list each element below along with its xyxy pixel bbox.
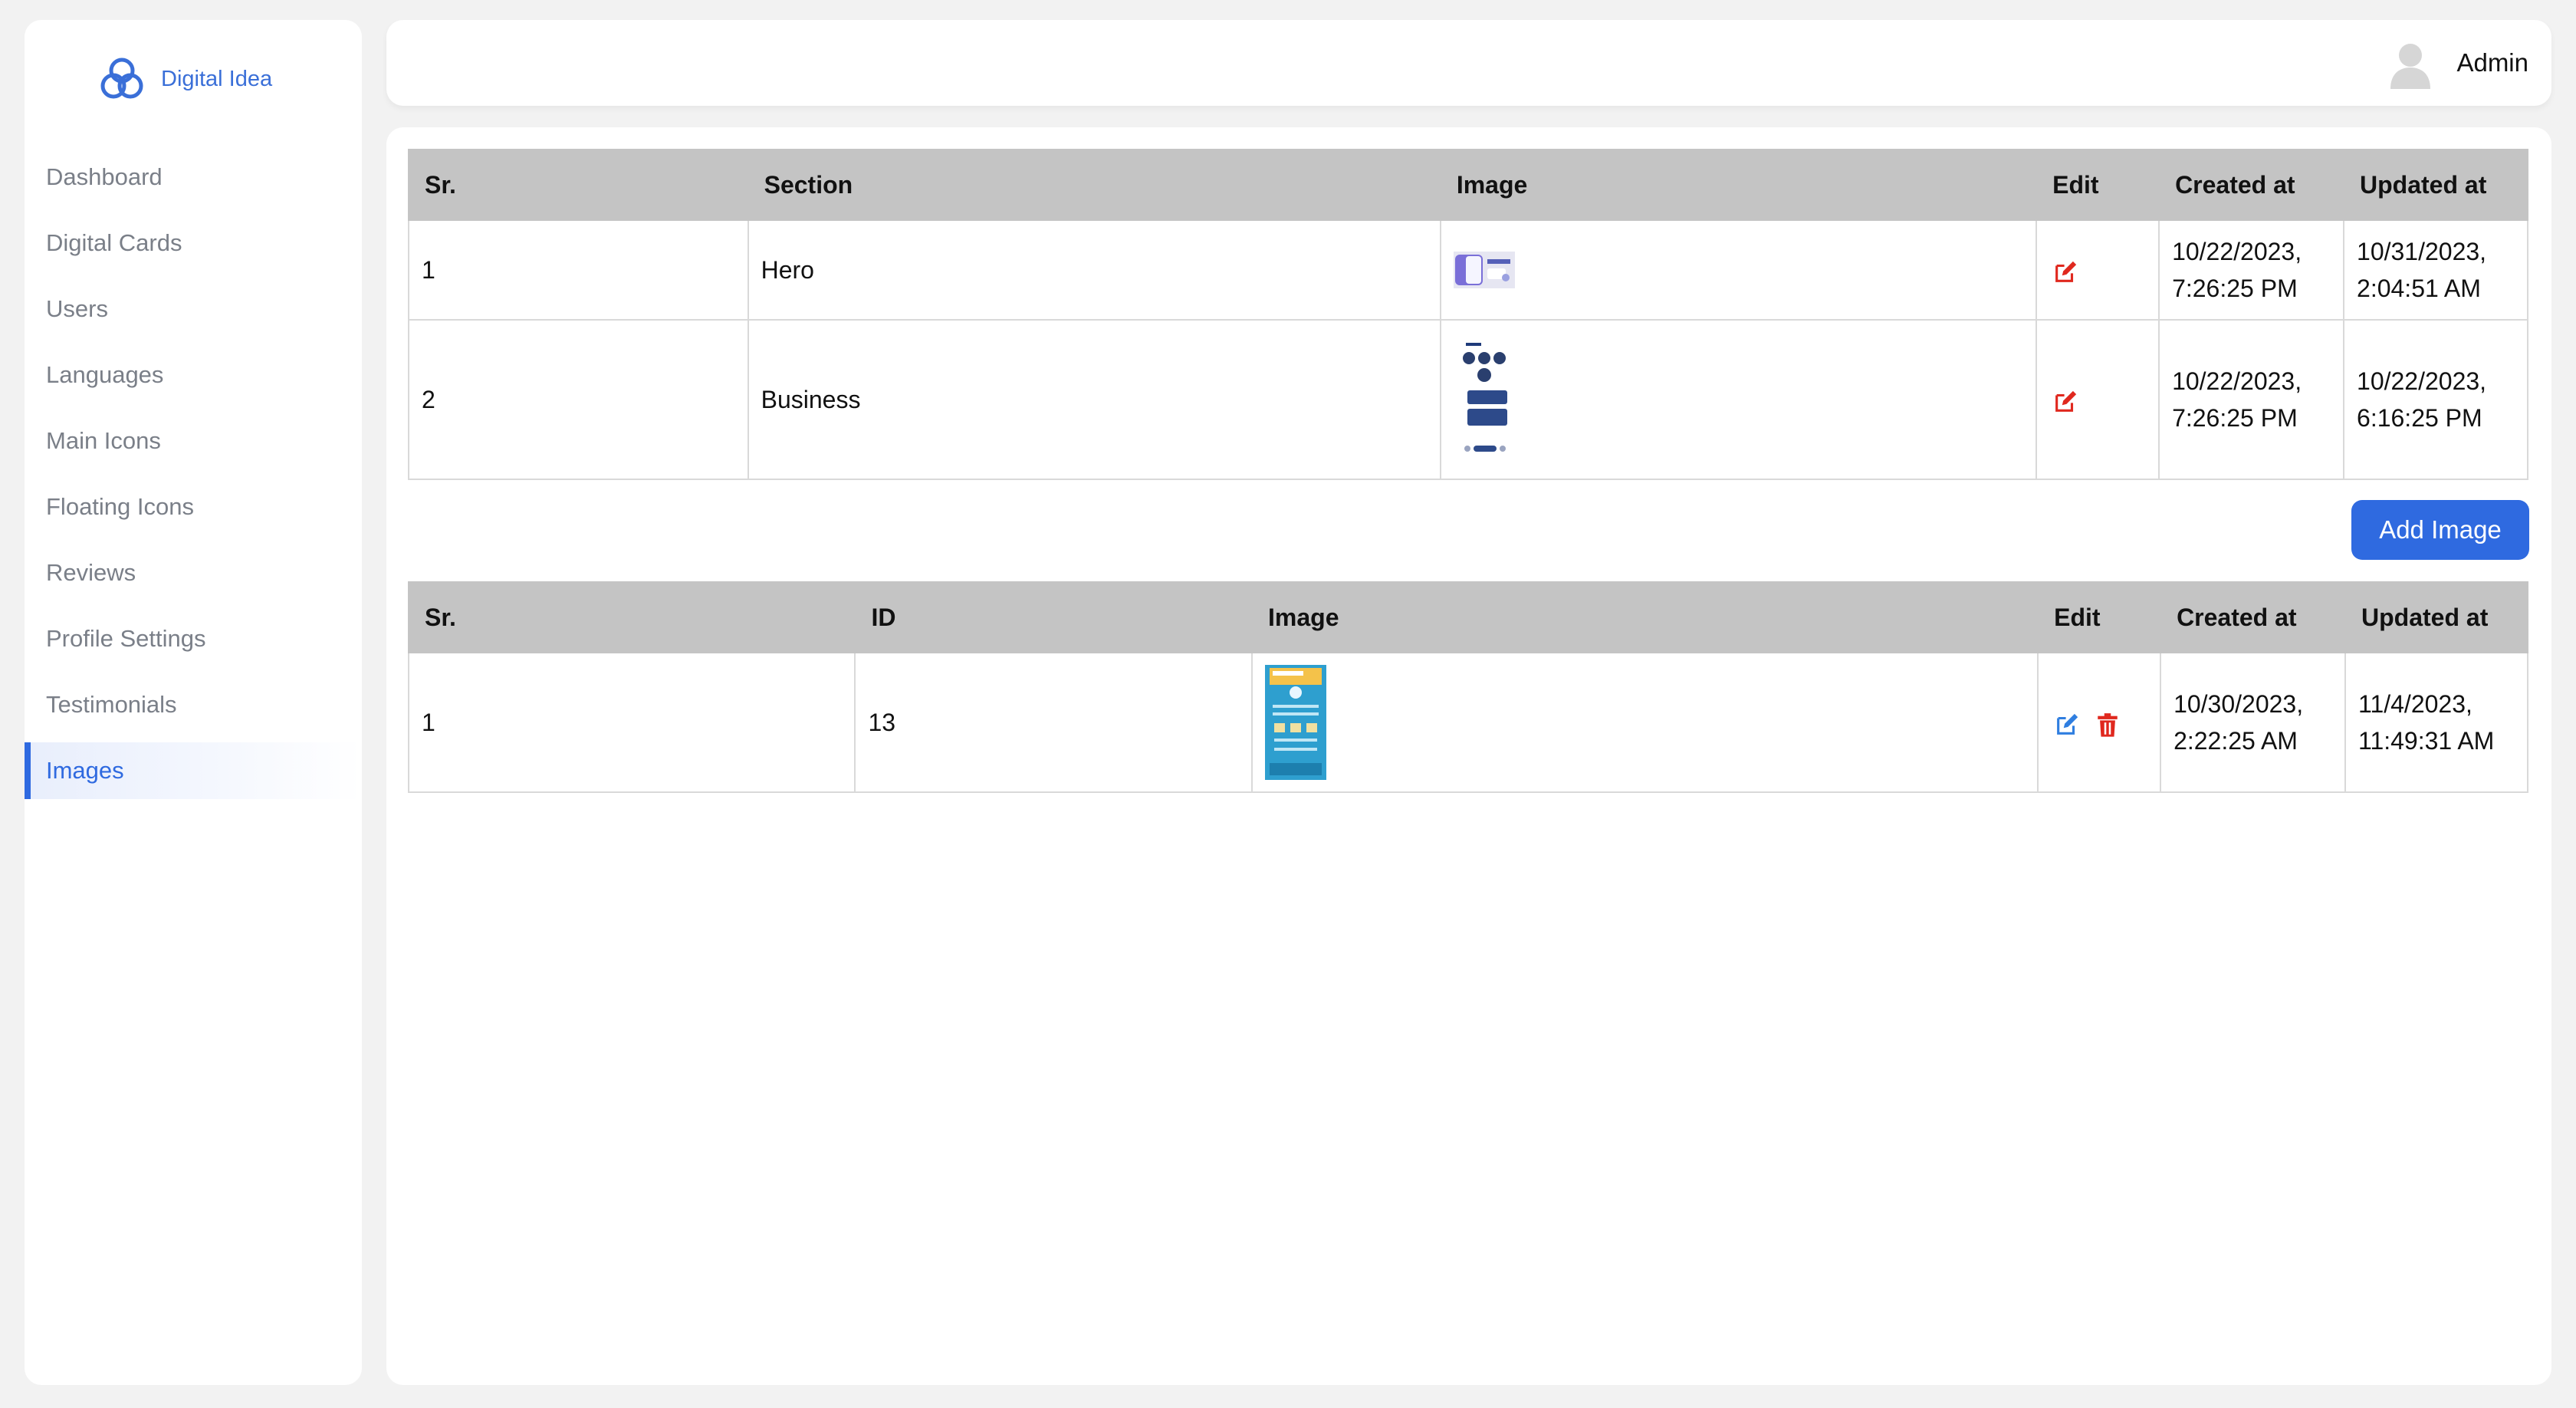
column-header-updated-at: Updated at [2343, 149, 2528, 221]
updated-date: 10/22/2023, [2357, 367, 2487, 395]
column-header-edit: Edit [2036, 149, 2160, 221]
table-header-row: Sr. ID Image Edit Created at Updated at [407, 581, 2528, 653]
sidebar-item-testimonials[interactable]: Testimonials [25, 676, 362, 733]
sidebar-item-dashboard[interactable]: Dashboard [25, 149, 362, 206]
updated-date: 10/31/2023, [2357, 238, 2487, 265]
brand-name: Digital Idea [161, 66, 273, 91]
table-row: 2 Business 10/22/2023, 7:26:25 PM 10/22/… [408, 319, 2528, 480]
edit-icon[interactable] [2052, 259, 2078, 285]
column-header-created-at: Created at [2160, 581, 2347, 653]
column-header-sr: Sr. [407, 581, 856, 653]
column-header-image: Image [1439, 149, 2038, 221]
column-header-edit: Edit [2037, 581, 2162, 653]
sidebar-item-profile-settings[interactable]: Profile Settings [25, 610, 362, 667]
column-header-created-at: Created at [2158, 149, 2345, 221]
column-header-updated-at: Updated at [2344, 581, 2528, 653]
created-date: 10/30/2023, [2174, 690, 2304, 718]
sections-table: Sr. Section Image Edit Created at Update… [408, 149, 2528, 480]
sidebar-item-floating-icons[interactable]: Floating Icons [25, 479, 362, 535]
cell-created-at: 10/22/2023, 7:26:25 PM [2158, 219, 2345, 321]
cell-sr: 1 [408, 219, 749, 321]
logo-icon [100, 58, 143, 99]
table-row: 1 Hero 10/22/2023, 7:26:25 PM 10/31/2023… [408, 219, 2528, 321]
sidebar-item-users[interactable]: Users [25, 281, 362, 337]
created-date: 10/22/2023, [2172, 367, 2302, 395]
cell-updated-at: 11/4/2023, 11:49:31 AM [2344, 652, 2528, 793]
column-header-id: ID [854, 581, 1254, 653]
created-time: 7:26:25 PM [2172, 275, 2298, 302]
hero-image-thumbnail[interactable] [1453, 252, 1515, 288]
images-table: Sr. ID Image Edit Created at Updated at … [407, 581, 2528, 793]
edit-icon[interactable] [2052, 389, 2078, 415]
cell-section: Business [747, 319, 1441, 480]
brand-logo[interactable]: Digital Idea [95, 52, 272, 106]
updated-time: 6:16:25 PM [2357, 404, 2482, 432]
cell-updated-at: 10/22/2023, 6:16:25 PM [2343, 319, 2528, 480]
main-content: Sr. Section Image Edit Created at Update… [386, 127, 2551, 1385]
sidebar-item-languages[interactable]: Languages [25, 347, 362, 403]
trash-icon[interactable] [2095, 712, 2121, 738]
business-image-thumbnail[interactable] [1453, 338, 1515, 461]
table-header-row: Sr. Section Image Edit Created at Update… [408, 149, 2528, 221]
sidebar-item-digital-cards[interactable]: Digital Cards [25, 215, 362, 271]
sidebar-item-images[interactable]: Images [25, 742, 362, 799]
created-time: 2:22:25 AM [2174, 727, 2298, 755]
cell-id: 13 [854, 652, 1254, 793]
cell-image [1439, 219, 2038, 321]
cell-edit [2036, 319, 2160, 480]
cell-image [1251, 652, 2039, 793]
cell-updated-at: 10/31/2023, 2:04:51 AM [2343, 219, 2528, 321]
cell-created-at: 10/22/2023, 7:26:25 PM [2158, 319, 2345, 480]
cell-edit [2036, 219, 2160, 321]
column-header-image: Image [1251, 581, 2039, 653]
top-header: Admin [386, 20, 2551, 106]
created-date: 10/22/2023, [2172, 238, 2302, 265]
cell-created-at: 10/30/2023, 2:22:25 AM [2160, 652, 2347, 793]
sidebar: Digital Idea Dashboard Digital Cards Use… [25, 20, 362, 1385]
sidebar-item-reviews[interactable]: Reviews [25, 544, 362, 601]
user-name: Admin [2456, 48, 2528, 77]
cell-section: Hero [747, 219, 1441, 321]
column-header-section: Section [747, 149, 1441, 221]
user-avatar-icon [2390, 44, 2431, 89]
table-row: 1 13 10/30/2023, 2:22:25 AM 11/4/2023, 1… [407, 652, 2528, 793]
add-image-button[interactable]: Add Image [2351, 500, 2529, 560]
column-header-sr: Sr. [408, 149, 749, 221]
sidebar-item-main-icons[interactable]: Main Icons [25, 413, 362, 469]
uploaded-image-thumbnail[interactable] [1265, 665, 1327, 780]
cell-sr: 2 [408, 319, 749, 480]
cell-edit [2037, 652, 2162, 793]
cell-image [1439, 319, 2038, 480]
cell-sr: 1 [407, 652, 856, 793]
updated-time: 11:49:31 AM [2358, 727, 2495, 755]
user-menu[interactable]: Admin [2381, 34, 2528, 92]
sidebar-nav: Dashboard Digital Cards Users Languages … [25, 149, 362, 808]
created-time: 7:26:25 PM [2172, 404, 2298, 432]
updated-date: 11/4/2023, [2358, 690, 2472, 718]
edit-icon[interactable] [2054, 712, 2080, 738]
updated-time: 2:04:51 AM [2357, 275, 2481, 302]
